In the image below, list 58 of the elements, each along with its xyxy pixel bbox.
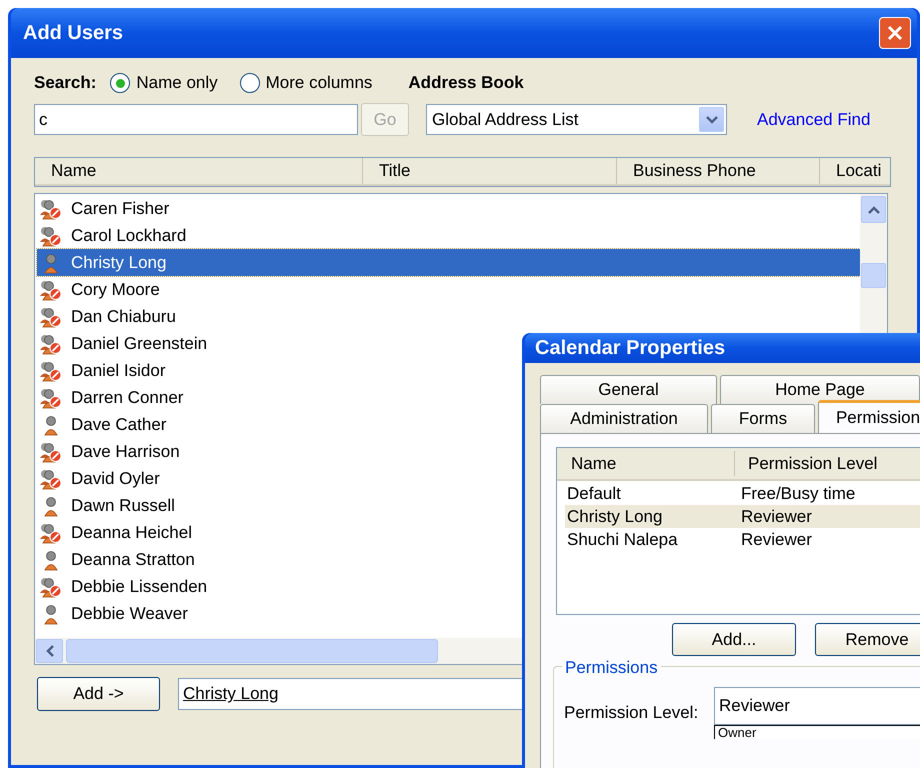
window-title: Add Users <box>23 21 124 46</box>
person-no-entry-icon <box>39 332 63 354</box>
person-no-entry-icon <box>39 522 63 544</box>
person-no-entry-icon <box>39 224 63 246</box>
person-no-entry-icon <box>39 198 63 220</box>
window-title: Calendar Properties <box>535 336 726 361</box>
chevron-down-icon <box>706 116 718 124</box>
tab[interactable]: Permission <box>818 400 920 433</box>
column-header[interactable]: Name <box>557 450 734 476</box>
column-header[interactable]: Business Phone <box>616 158 819 184</box>
user-row[interactable]: Christy Long <box>37 249 860 276</box>
scrollbar-thumb[interactable] <box>66 639 438 663</box>
person-no-entry-icon <box>39 440 63 462</box>
tab[interactable]: Home Page <box>720 375 920 404</box>
permission-row[interactable]: Christy Long Reviewer <box>565 505 920 528</box>
person-no-entry-icon <box>39 360 63 382</box>
tab[interactable]: General <box>540 375 717 404</box>
scroll-up-button[interactable] <box>861 196 886 223</box>
person-no-entry-icon <box>39 468 63 490</box>
permission-row[interactable]: Default Free/Busy time <box>565 482 920 505</box>
person-no-entry-icon <box>39 386 63 408</box>
user-row[interactable]: Debbie Lissenden <box>37 573 860 600</box>
chevron-up-icon <box>868 206 880 214</box>
column-header[interactable]: Permission Level <box>734 450 878 476</box>
address-book-label: Address Book <box>408 72 524 94</box>
chevron-left-icon <box>46 645 54 657</box>
person-no-entry-icon <box>39 278 63 300</box>
tab[interactable]: Administration <box>540 404 708 433</box>
scroll-left-button[interactable] <box>36 639 63 663</box>
permission-level-field[interactable]: Reviewer <box>714 687 920 725</box>
search-field[interactable]: c <box>34 104 358 135</box>
remove-button[interactable]: Remove <box>815 623 920 656</box>
address-book-dropdown[interactable]: Global Address List <box>426 104 727 135</box>
column-header[interactable]: Name <box>35 158 362 184</box>
radio-option[interactable]: Name only <box>110 70 218 96</box>
permission-row[interactable]: Shuchi Nalepa Reviewer <box>565 528 920 551</box>
user-row[interactable]: Cory Moore <box>37 276 860 303</box>
user-row[interactable]: Carol Lockhard <box>37 222 860 249</box>
person-no-entry-icon <box>39 576 63 598</box>
column-header[interactable]: Locati <box>819 158 892 184</box>
search-label: Search: <box>34 72 96 94</box>
dropdown-option[interactable]: Owner <box>718 726 920 740</box>
close-icon <box>886 24 904 42</box>
user-row[interactable]: Dan Chiaburu <box>37 303 860 330</box>
radio-button[interactable] <box>110 73 130 93</box>
radio-option[interactable]: More columns <box>240 70 372 96</box>
dropdown-button[interactable] <box>699 107 724 132</box>
recipient-name: Christy Long <box>183 683 278 706</box>
scrollbar-thumb[interactable] <box>861 263 886 288</box>
person-no-entry-icon <box>39 306 63 328</box>
user-row[interactable]: Caren Fisher <box>37 195 860 222</box>
radio-button[interactable] <box>240 73 260 93</box>
add-button[interactable]: Add... <box>672 623 796 656</box>
advanced-find-link[interactable]: Advanced Find <box>757 106 870 132</box>
add-button[interactable]: Add -> <box>37 677 160 711</box>
column-header[interactable]: Title <box>362 158 616 184</box>
close-button[interactable] <box>879 17 911 49</box>
tab[interactable]: Forms <box>711 404 815 433</box>
